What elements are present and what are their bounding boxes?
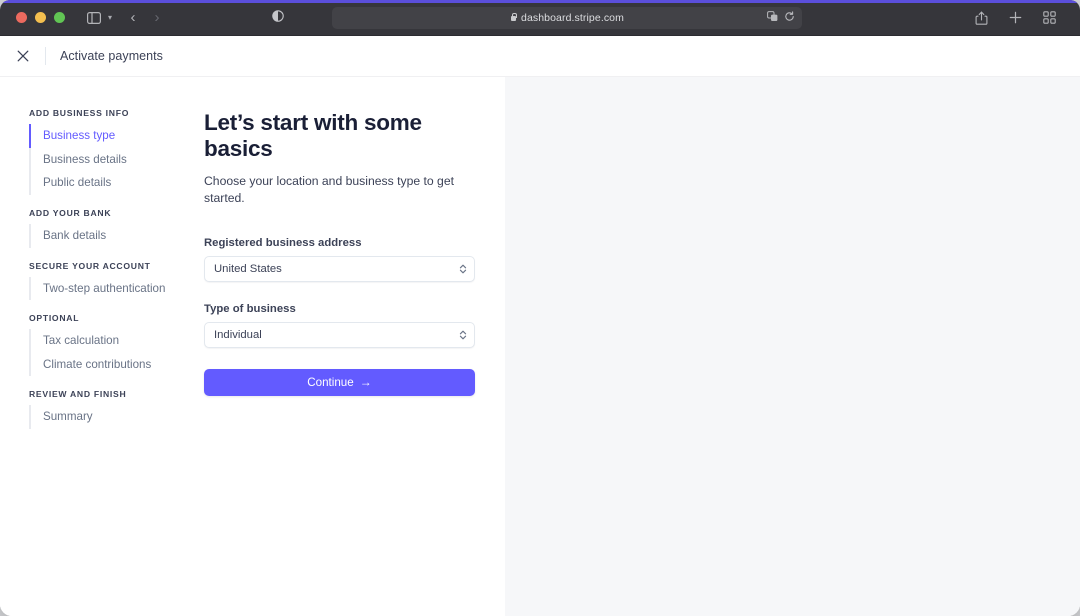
address-bar-actions (767, 9, 795, 27)
sidebar-item-business-details[interactable]: Business details (29, 147, 197, 172)
sidebar-item-summary[interactable]: Summary (29, 405, 197, 430)
url-text: dashboard.stripe.com (521, 11, 624, 24)
chrome-left-tools: ▾ ‹ › (81, 6, 166, 30)
nav-section-title: ADD YOUR BANK (29, 207, 112, 218)
browser-chrome: ▾ ‹ › dashboard.stripe.com (0, 0, 1080, 36)
field-type-of-business: Type of business Individual (204, 303, 475, 348)
main-content: Let’s start with some basics Choose your… (197, 77, 505, 616)
nav-group-add-your-bank: ADD YOUR BANK Bank details (0, 208, 197, 248)
minimize-window-button[interactable] (35, 12, 46, 23)
back-icon[interactable]: ‹ (124, 10, 142, 25)
nav-group-add-business-info: ADD BUSINESS INFO Business type Business… (0, 108, 197, 195)
left-pane: ADD BUSINESS INFO Business type Business… (0, 77, 505, 616)
sidebar-item-bank-details[interactable]: Bank details (29, 223, 197, 248)
field-label: Type of business (204, 302, 296, 315)
nav-section-title: REVIEW AND FINISH (29, 389, 127, 400)
nav-group-secure-your-account: SECURE YOUR ACCOUNT Two-step authenticat… (0, 261, 197, 301)
chevron-down-icon[interactable]: ▾ (108, 13, 112, 22)
chrome-center: dashboard.stripe.com (166, 6, 968, 29)
reader-view-icon[interactable] (272, 9, 284, 27)
business-type-select-value: Individual (214, 328, 262, 341)
app-header: Activate payments (0, 36, 1080, 77)
sidebar-item-two-step-authentication[interactable]: Two-step authentication (29, 276, 197, 301)
nav-group-optional: OPTIONAL Tax calculation Climate contrib… (0, 313, 197, 377)
country-select[interactable]: United States (204, 255, 475, 282)
lock-icon (510, 13, 517, 21)
nav-section-title: OPTIONAL (29, 313, 80, 324)
page-subtitle: Choose your location and business type t… (204, 173, 455, 205)
header-divider (45, 47, 46, 65)
right-pane (505, 77, 1080, 616)
close-window-button[interactable] (16, 12, 27, 23)
sidebar-item-tax-calculation[interactable]: Tax calculation (29, 329, 197, 353)
onboarding-sidebar: ADD BUSINESS INFO Business type Business… (0, 77, 197, 616)
chevron-up-down-icon (459, 329, 467, 340)
sidebar-item-climate-contributions[interactable]: Climate contributions (29, 352, 197, 377)
chevron-up-down-icon (459, 263, 467, 274)
business-type-select-wrap: Individual (204, 321, 475, 348)
field-registered-business-address: Registered business address United State… (204, 237, 475, 282)
sidebar-toggle-group[interactable]: ▾ (81, 6, 112, 30)
zoom-window-button[interactable] (54, 12, 65, 23)
extensions-icon[interactable] (767, 9, 779, 27)
sidebar-item-public-details[interactable]: Public details (29, 171, 197, 195)
top-accent-strip (0, 0, 1080, 3)
plus-icon[interactable] (1002, 6, 1028, 30)
country-select-value: United States (214, 262, 282, 275)
close-icon[interactable] (10, 43, 36, 69)
nav-section-title: ADD BUSINESS INFO (29, 108, 130, 118)
page-title: Let’s start with some basics (204, 110, 422, 161)
business-type-select[interactable]: Individual (204, 321, 475, 348)
chrome-right-tools (968, 6, 1062, 30)
window-traffic-lights (16, 12, 65, 23)
address-bar[interactable]: dashboard.stripe.com (332, 6, 802, 29)
nav-group-review-and-finish: REVIEW AND FINISH Summary (0, 389, 197, 430)
tab-overview-icon[interactable] (1036, 6, 1062, 30)
country-select-wrap: United States (204, 255, 475, 282)
sidebar-item-business-type[interactable]: Business type (29, 124, 197, 148)
forward-icon: › (154, 9, 160, 26)
nav-section-title: SECURE YOUR ACCOUNT (29, 260, 151, 271)
continue-button[interactable]: Continue → (204, 368, 475, 396)
sidebar-toggle-icon[interactable] (81, 6, 107, 30)
arrow-right-icon: → (359, 375, 372, 390)
navigation-arrows: ‹ › (124, 10, 166, 25)
url-display: dashboard.stripe.com (510, 12, 624, 24)
page-body: ADD BUSINESS INFO Business type Business… (0, 77, 1080, 616)
reload-icon[interactable] (784, 9, 795, 27)
share-icon[interactable] (968, 6, 994, 30)
field-label: Registered business address (204, 236, 362, 249)
continue-button-label: Continue (307, 375, 354, 389)
browser-window: ▾ ‹ › dashboard.stripe.com Activate paym… (0, 0, 1080, 616)
page-title-header: Activate payments (60, 49, 163, 63)
